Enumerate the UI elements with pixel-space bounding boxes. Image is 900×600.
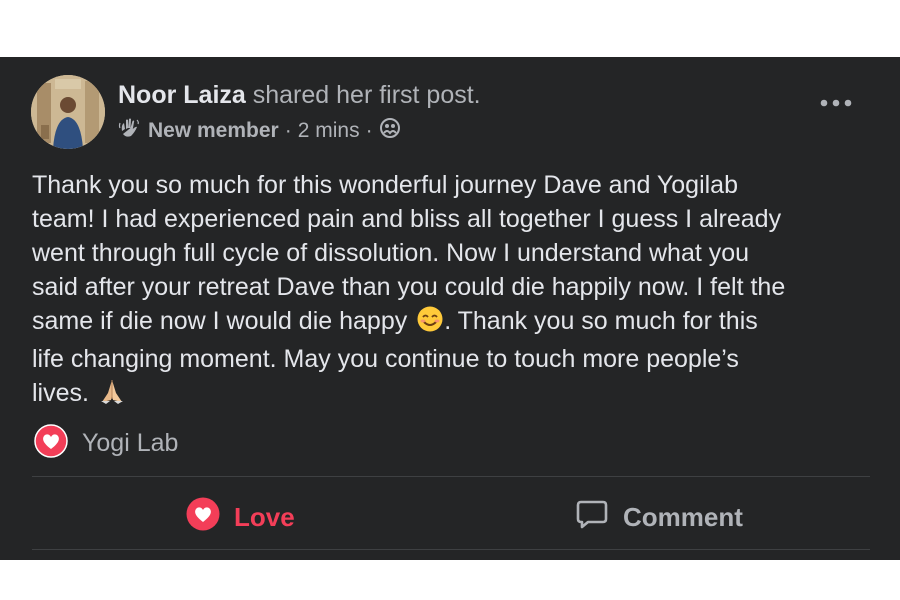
post-body: Thank you so much for this wonderful jou… [32, 168, 882, 414]
new-member-badge: New member [148, 119, 279, 142]
post-card: Noor Laiza shared her first post. New me… [0, 57, 900, 560]
heart-reaction-icon [34, 424, 68, 463]
separator-dot: · [365, 119, 373, 142]
reactions-summary[interactable]: Yogi Lab [34, 424, 178, 463]
group-icon [379, 117, 401, 145]
post-body-text: lives. [32, 379, 89, 407]
comment-button[interactable]: Comment [575, 497, 743, 538]
author-name[interactable]: Noor Laiza [118, 81, 246, 109]
separator-dot: · [284, 119, 292, 142]
comment-icon [575, 497, 609, 538]
post-time[interactable]: 2 mins [298, 119, 360, 143]
post-header: Noor Laiza shared her first post. [118, 81, 481, 110]
reactor-names: Yogi Lab [82, 429, 179, 457]
action-text: shared her first post. [252, 81, 481, 109]
post-body-line: team! I had experienced pain and bliss a… [32, 205, 782, 233]
divider [32, 549, 870, 550]
post-body-text: . Thank you so much for this [444, 307, 758, 335]
post-body-line: life changing moment. May you continue t… [32, 345, 739, 373]
folded-hands-emoji-icon [98, 377, 126, 414]
more-options-icon[interactable] [818, 95, 854, 116]
love-button[interactable]: Love [186, 497, 295, 538]
post-body-line: Thank you so much for this wonderful jou… [32, 171, 738, 199]
post-body-line-with-emoji: lives. [32, 376, 882, 414]
post-body-text: same if die now I would die happy [32, 307, 408, 335]
post-body-line: said after your retreat Dave than you co… [32, 273, 786, 301]
heart-icon [186, 497, 220, 538]
post-body-line: went through full cycle of dissolution. … [32, 239, 750, 267]
avatar[interactable] [31, 75, 105, 149]
new-member-icon [118, 117, 140, 145]
smiling-face-emoji-icon [416, 305, 444, 342]
post-meta: New member · 2 mins · [118, 117, 401, 145]
comment-label: Comment [623, 502, 743, 532]
love-label: Love [234, 502, 295, 532]
divider [32, 476, 870, 477]
post-body-line-with-emoji: same if die now I would die happy . Than… [32, 304, 882, 342]
